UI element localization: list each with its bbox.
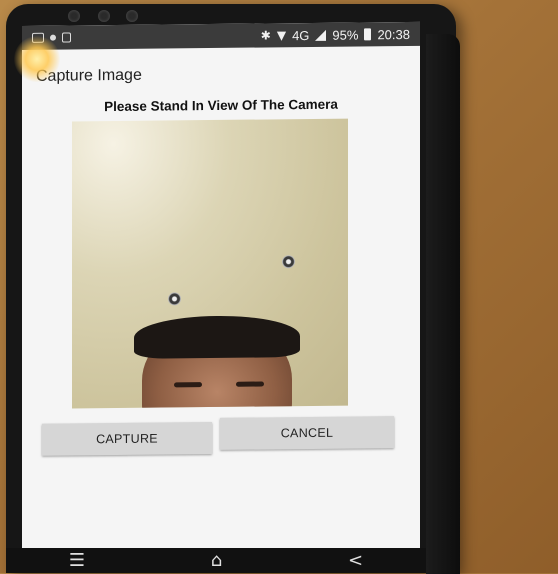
camera-preview (72, 118, 348, 409)
status-right-icons: ✱ ▼ 4G 95% 20:38 (261, 26, 410, 43)
front-camera-light-sensor (126, 10, 138, 22)
wifi-icon: ▼ (276, 28, 287, 43)
battery-icon (364, 28, 372, 41)
capture-button[interactable]: CAPTURE (42, 422, 212, 456)
user-eyes (174, 381, 264, 388)
navigation-bar: ☰ ⌂ < (6, 548, 426, 573)
ceiling-fixture (282, 255, 295, 269)
bluetooth-icon: ✱ (260, 28, 271, 43)
clock: 20:38 (377, 26, 410, 42)
status-bar: ✱ ▼ 4G 95% 20:38 (22, 21, 420, 50)
phone-screen: ✱ ▼ 4G 95% 20:38 Capture Image Please St… (22, 21, 420, 554)
front-camera-lens (68, 10, 80, 22)
clipboard-icon (62, 32, 71, 43)
status-left-icons (32, 32, 71, 43)
home-icon[interactable]: ⌂ (211, 550, 222, 571)
cancel-button[interactable]: CANCEL (220, 416, 394, 450)
gallery-icon (32, 32, 44, 43)
dialog-title: Capture Image (36, 66, 142, 85)
user-hair (134, 315, 300, 359)
network-type: 4G (292, 27, 310, 43)
battery-percent: 95% (332, 26, 359, 43)
instruction-text: Please Stand In View Of The Camera (104, 96, 338, 115)
phone-side-edge (426, 34, 460, 574)
front-camera-sensor (98, 10, 110, 22)
signal-icon (315, 29, 327, 41)
ceiling-fixture (168, 292, 181, 306)
notification-icon (50, 34, 56, 41)
phone-body: ✱ ▼ 4G 95% 20:38 Capture Image Please St… (6, 4, 460, 574)
photo-scene: ✱ ▼ 4G 95% 20:38 Capture Image Please St… (0, 0, 558, 574)
back-icon[interactable]: < (348, 550, 363, 571)
menu-icon[interactable]: ☰ (69, 550, 85, 571)
